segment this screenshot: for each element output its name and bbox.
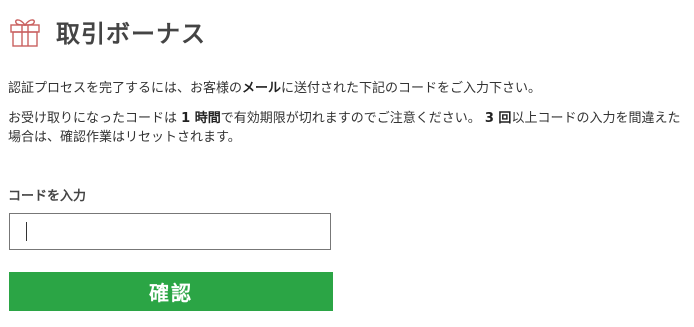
code-input-label: コードを入力 xyxy=(8,189,87,204)
instruction-expiry-emphasis: 1 時間 xyxy=(181,111,221,126)
page-header: 取引ボーナス xyxy=(8,12,206,50)
instruction-text: で有効期限が切れますのでご注意ください。 xyxy=(220,111,485,126)
gift-icon xyxy=(8,14,42,48)
confirm-button[interactable]: 確認 xyxy=(9,272,333,311)
instruction-line-2: お受け取りになったコードは 1 時間で有効期限が切れますのでご注意ください。 3… xyxy=(8,109,688,147)
code-input[interactable] xyxy=(9,213,331,250)
instruction-attempts-emphasis: 3 回 xyxy=(484,111,512,126)
instruction-text: に送付された下記のコードをご入力下さい。 xyxy=(281,81,542,96)
instruction-text: 認証プロセスを完了するには、お客様の xyxy=(8,81,243,96)
bonus-verification-page: 取引ボーナス 認証プロセスを完了するには、お客様のメールに送付された下記のコード… xyxy=(0,0,694,327)
instruction-line-1: 認証プロセスを完了するには、お客様のメールに送付された下記のコードをご入力下さい… xyxy=(8,79,688,98)
instruction-email-emphasis: メール xyxy=(242,81,282,96)
instruction-text: お受け取りになったコードは xyxy=(8,111,182,126)
text-caret xyxy=(26,222,27,241)
page-title: 取引ボーナス xyxy=(56,19,206,48)
